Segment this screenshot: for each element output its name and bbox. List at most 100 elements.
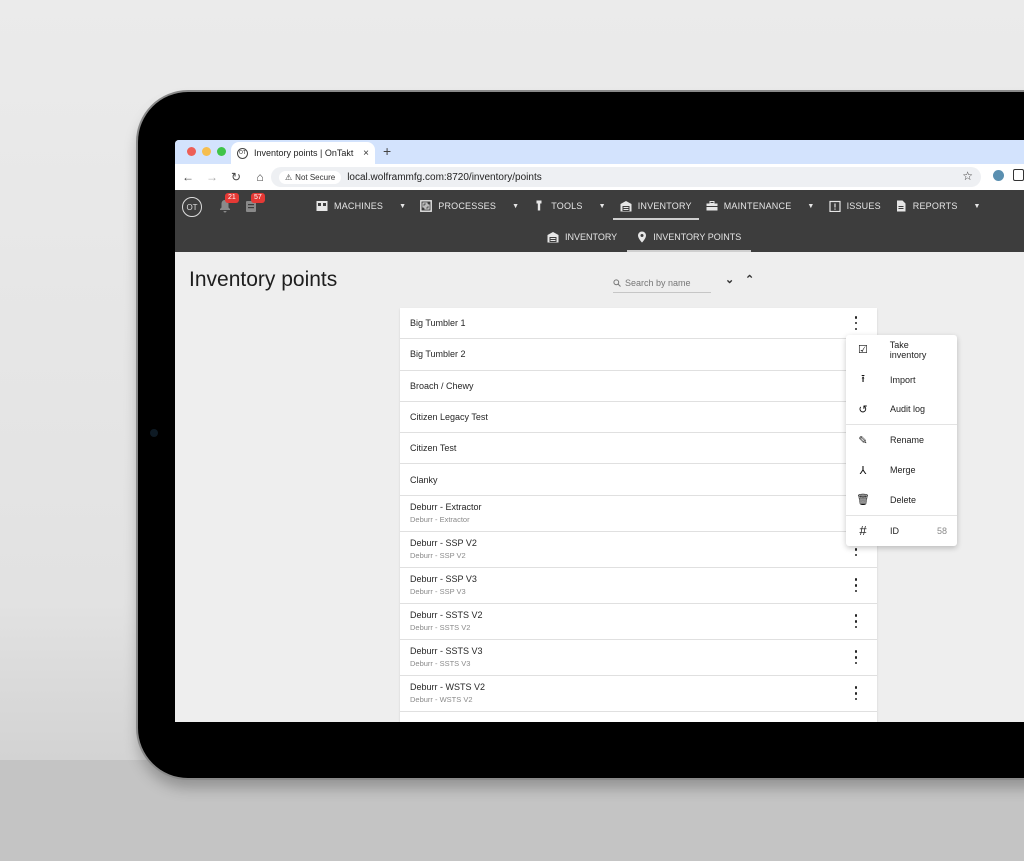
search-input[interactable] [625,277,709,288]
app-logo[interactable]: OT [182,197,202,217]
main-menu: MACHINES ▼ PROCESSES ▼ TOOLS ▼ INVENTORY… [309,190,988,222]
warehouse-icon [620,201,632,212]
list-item[interactable]: Deburr - WSTS V2 Deburr - WSTS V2 [400,676,877,712]
browser-window: OT Inventory points | OnTakt × + ← → ↻ ⌂… [175,140,1024,722]
item-subtitle: Deburr - SSP V2 [410,551,466,561]
list-item[interactable]: Broach / Chewy [400,371,877,402]
menu-machines-label: MACHINES [334,201,384,211]
item-name: Citizen Test [410,443,457,454]
audit-log-label: Audit log [890,404,926,415]
page-title: Inventory points [189,268,338,291]
list-item[interactable]: Big Tumbler 2 [400,339,877,371]
back-button[interactable]: ← [177,170,199,184]
more-options-button[interactable] [851,578,861,593]
new-tab-button[interactable]: + [383,143,391,159]
expand-all-button[interactable]: ⌄ [725,273,734,286]
url-text[interactable]: local.wolframmfg.com:8720/inventory/poin… [347,172,542,183]
item-name: Clanky [410,474,438,485]
menu-tools[interactable]: TOOLS ▼ [526,190,613,222]
processes-icon [420,200,433,212]
maximize-window-button[interactable] [217,147,226,156]
menu-machines[interactable]: MACHINES ▼ [309,190,413,222]
item-name: Big Tumbler 1 [410,318,466,329]
more-options-button[interactable] [851,650,861,665]
list-item[interactable]: Big Tumbler 1 [400,308,877,340]
not-secure-label: Not Secure [295,172,336,182]
menu-item-rename[interactable]: ✎ Rename [846,425,957,455]
chevron-down-icon[interactable]: ▼ [512,203,519,210]
submenu-inventory-points-label: INVENTORY POINTS [653,232,742,242]
list-item[interactable]: Citizen Test [400,433,877,465]
chevron-down-icon[interactable]: ▼ [974,203,981,210]
search-field[interactable] [613,273,711,293]
menu-inventory[interactable]: INVENTORY [612,190,699,222]
extensions-puzzle-icon[interactable] [1013,169,1024,181]
home-button[interactable]: ⌂ [249,170,271,184]
chevron-down-icon[interactable]: ▼ [807,203,814,210]
list-item[interactable]: Deburr - SSP V2 Deburr - SSP V2 [400,532,877,568]
more-options-button[interactable] [851,316,861,331]
menu-issues[interactable]: ISSUES [822,190,888,222]
toolbox-icon [706,201,718,211]
tasks-badge: 57 [251,193,265,203]
submenu-inventory[interactable]: INVENTORY [537,222,627,252]
chevron-down-icon[interactable]: ▼ [599,203,606,210]
submenu-inventory-points[interactable]: INVENTORY POINTS [627,222,752,252]
report-icon [896,200,906,212]
menu-item-merge[interactable]: ⅄ Merge [846,455,957,485]
menu-item-delete[interactable]: 🗑 Delete [846,485,957,515]
warning-icon: ⚠ [285,172,293,182]
security-indicator[interactable]: ⚠ Not Secure [279,170,342,184]
menu-maintenance-label: MAINTENANCE [723,201,792,211]
reload-button[interactable]: ↻ [225,170,247,184]
browser-tabbar: OT Inventory points | OnTakt × + [175,140,1024,164]
extension-icon[interactable] [993,170,1004,181]
submenu-inventory-label: INVENTORY [565,232,618,242]
hash-icon: # [859,523,867,539]
item-subtitle: Deburr - SSTS V3 [410,659,471,669]
list-item[interactable]: Deburr - Extractor Deburr - Extractor [400,496,877,532]
menu-item-audit-log[interactable]: ↺ Audit log [846,395,957,425]
menu-item-id: # ID 58 [846,516,957,546]
collapse-all-button[interactable]: ⌃ [745,273,754,286]
item-name: Deburr - SSP V3 [410,574,477,585]
more-options-button[interactable] [851,686,861,701]
context-menu: ☑ Take inventory ⭱ Import ↺ Audit log ✎ … [846,335,957,546]
item-name: Deburr - WSTS V2 [410,682,486,693]
menu-tools-label: TOOLS [551,201,583,211]
list-item[interactable]: Deburr - SSTS V2 Deburr - SSTS V2 [400,604,877,640]
forward-button[interactable]: → [201,170,223,184]
address-bar[interactable]: ⚠ Not Secure local.wolframmfg.com:8720/i… [271,167,981,187]
app-navbar: OT 21 57 MACHINES ▼ PROCESSES ▼ TOOLS ▼ … [175,190,1024,252]
notifications-badge: 21 [225,193,239,203]
menu-reports[interactable]: REPORTS ▼ [888,190,988,222]
menu-maintenance[interactable]: MAINTENANCE ▼ [699,190,822,222]
list-item[interactable]: Deburr - SSP V3 Deburr - SSP V3 [400,568,877,604]
chevron-down-icon[interactable]: ▼ [399,203,406,210]
tab-close-button[interactable]: × [363,148,369,159]
browser-tab[interactable]: OT Inventory points | OnTakt × [231,142,375,164]
notifications-button[interactable]: 21 [219,193,239,213]
list-item[interactable]: Deburr - WSTS V3 [400,712,877,722]
sub-menu: INVENTORY INVENTORY POINTS [537,222,752,252]
menu-processes[interactable]: PROCESSES ▼ [413,190,526,222]
list-item[interactable]: Clanky [400,464,877,496]
minimize-window-button[interactable] [202,147,211,156]
menu-reports-label: REPORTS [912,201,958,211]
delete-label: Delete [890,494,917,505]
list-item[interactable]: Citizen Legacy Test [400,402,877,434]
menu-item-take-inventory[interactable]: ☑ Take inventory [846,335,957,365]
location-pin-icon [638,231,647,243]
machines-icon [316,201,328,211]
list-item[interactable]: Deburr - SSTS V3 Deburr - SSTS V3 [400,640,877,676]
more-options-button[interactable] [851,614,861,629]
take-inventory-label: Take inventory [889,339,927,360]
tablet-camera [150,429,158,437]
bookmark-star-icon[interactable]: ☆ [962,169,973,183]
rename-label: Rename [890,435,925,446]
item-subtitle: Deburr - Extractor [410,515,470,525]
import-label: Import [890,374,916,385]
menu-item-import[interactable]: ⭱ Import [846,365,957,395]
tasks-button[interactable]: 57 [245,193,265,213]
close-window-button[interactable] [187,147,196,156]
